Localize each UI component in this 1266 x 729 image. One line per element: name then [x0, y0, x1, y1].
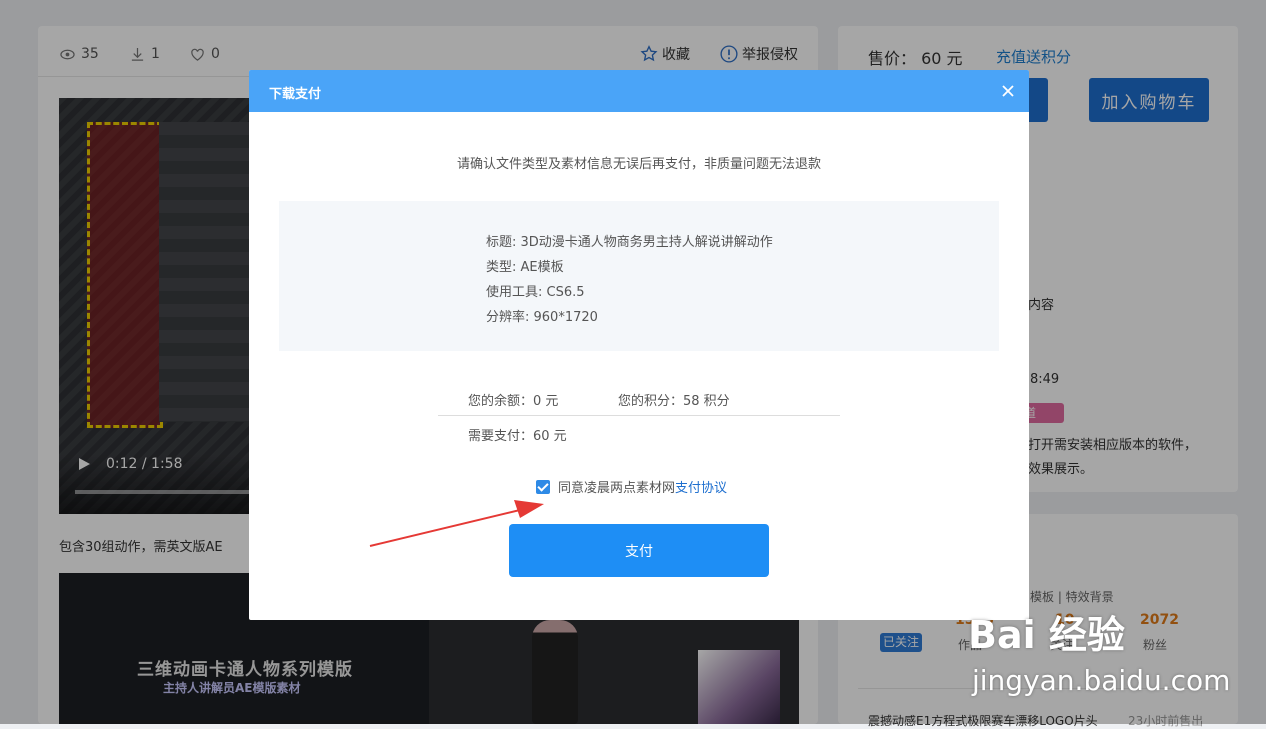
baidu-watermark-logo: Bai 经验	[968, 613, 1125, 657]
baidu-watermark-url: jingyan.baidu.com	[972, 664, 1231, 697]
